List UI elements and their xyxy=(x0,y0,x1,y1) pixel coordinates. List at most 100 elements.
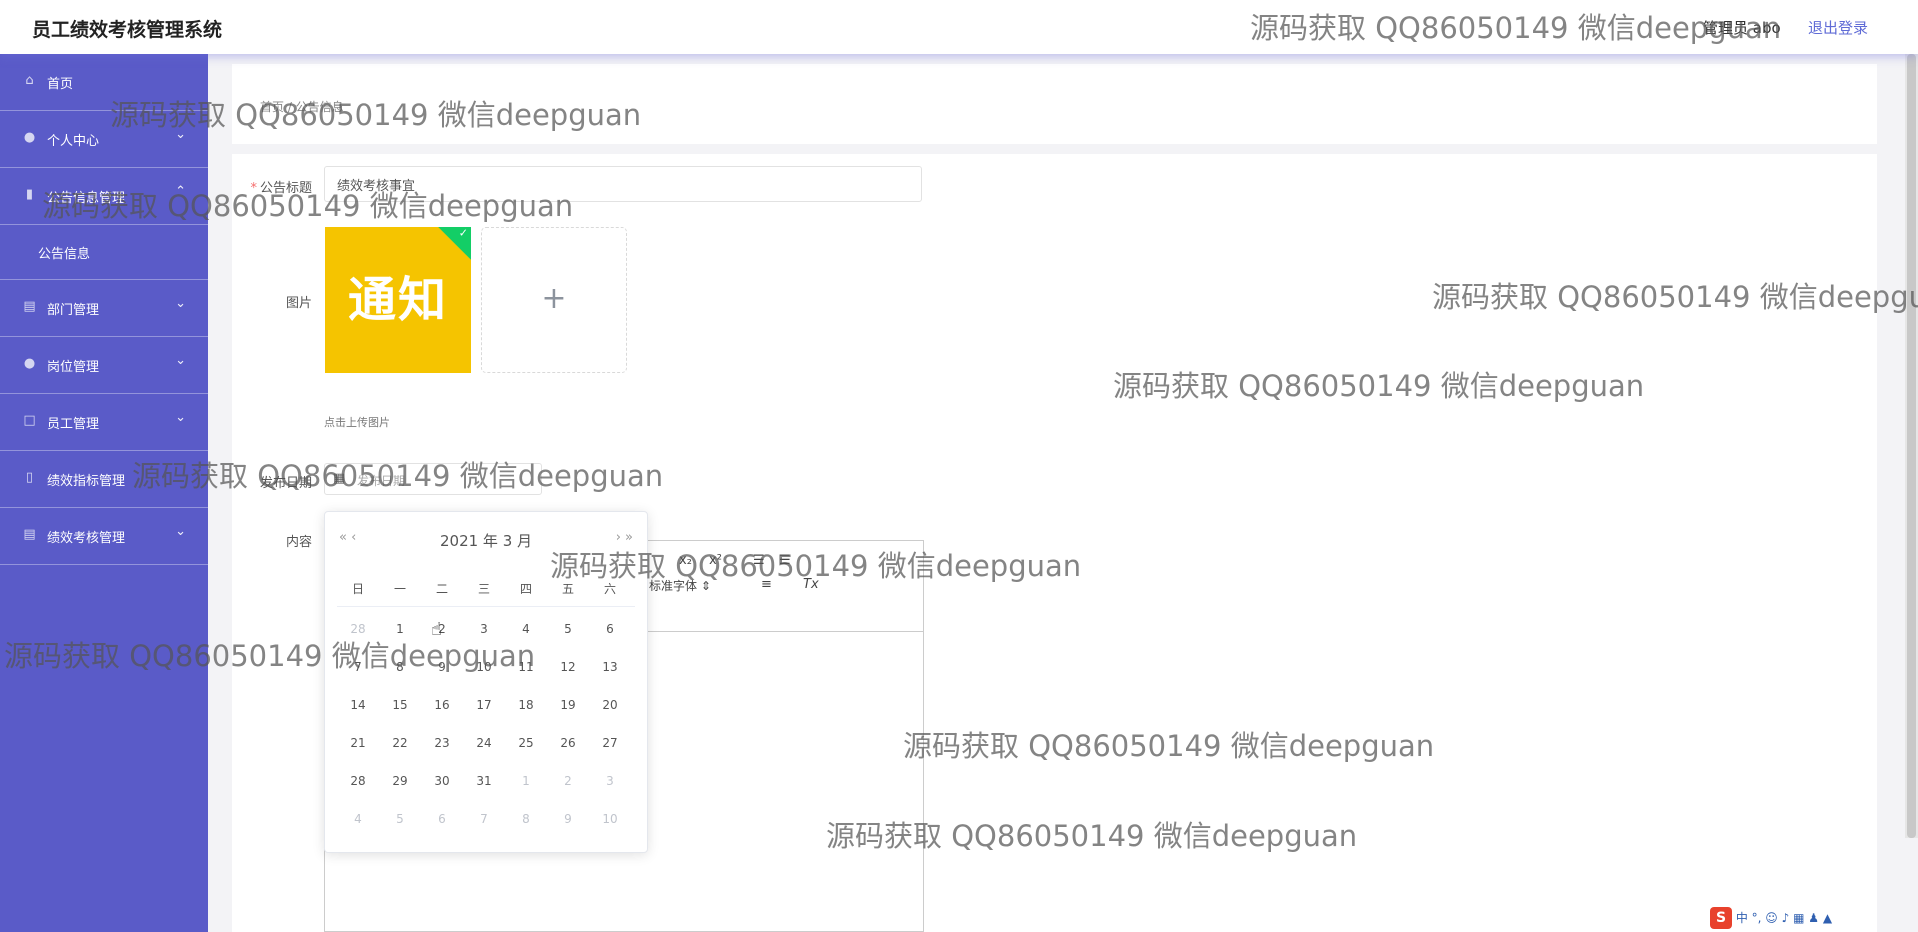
date-cell[interactable]: 28 xyxy=(337,762,379,800)
date-cell[interactable]: 23 xyxy=(421,724,463,762)
date-cell[interactable]: 28 xyxy=(337,610,379,648)
user-icon: ● xyxy=(23,356,36,371)
date-cell[interactable]: 7 xyxy=(463,800,505,838)
sidebar: ⌂ 首页 ● 个人中心 ⌄ ▮ 公告信息管理 ⌃ 公告信息 ▤ 部门管理 ⌄ ●… xyxy=(0,54,208,932)
sidebar-item-notice[interactable]: ▮ 公告信息管理 ⌃ xyxy=(0,168,208,225)
scrollbar-thumb[interactable] xyxy=(1907,54,1916,838)
font-select[interactable]: 标准字体 ⇕ xyxy=(649,577,711,594)
date-cell[interactable]: 19 xyxy=(547,686,589,724)
align-icon[interactable]: ≡ xyxy=(761,577,772,592)
title-label: * 公告标题 xyxy=(222,177,312,196)
date-cell[interactable]: 6 xyxy=(421,800,463,838)
date-cell[interactable]: 16 xyxy=(421,686,463,724)
sidebar-item-label: 公告信息管理 xyxy=(47,191,126,206)
breadcrumb: 首页 / 公告信息 xyxy=(260,100,344,114)
date-picker-popup: « ‹ 2021 年 3 月 › » 日 一 二 三 四 五 六 28 1 2 … xyxy=(324,511,648,853)
title-input[interactable] xyxy=(324,166,922,202)
weekday-row: 日 一 二 三 四 五 六 xyxy=(337,580,635,607)
date-cell[interactable]: 21 xyxy=(337,724,379,762)
date-cell[interactable]: 4 xyxy=(505,610,547,648)
weekday-label: 六 xyxy=(603,582,616,596)
sidebar-subitem-notice-info[interactable]: 公告信息 xyxy=(0,225,208,280)
date-cell[interactable]: 18 xyxy=(505,686,547,724)
date-row: 28 29 30 31 1 2 3 xyxy=(337,762,635,800)
date-cell[interactable]: 1 xyxy=(379,610,421,648)
weekday-label: 四 xyxy=(519,582,532,596)
plus-icon: + xyxy=(541,281,567,316)
mic-icon: ▯ xyxy=(25,470,34,485)
sidebar-item-employee[interactable]: □ 员工管理 ⌄ xyxy=(0,394,208,451)
date-cell[interactable]: 5 xyxy=(547,610,589,648)
logout-link[interactable]: 退出登录 xyxy=(1808,17,1868,38)
date-cell[interactable]: 8 xyxy=(505,800,547,838)
date-cell[interactable]: 31 xyxy=(463,762,505,800)
date-cell[interactable]: 27 xyxy=(589,724,631,762)
weekday-label: 五 xyxy=(561,582,574,596)
date-cell[interactable]: 2 xyxy=(421,610,463,648)
square-icon: □ xyxy=(23,413,36,428)
sidebar-item-appraisal[interactable]: ▤ 绩效考核管理 ⌄ xyxy=(0,508,208,565)
date-input[interactable]: ▦ 发布日期 xyxy=(324,463,542,495)
weekday-label: 三 xyxy=(477,582,490,596)
sidebar-item-label: 个人中心 xyxy=(47,134,100,149)
date-cell[interactable]: 17 xyxy=(463,686,505,724)
date-cell[interactable]: 13 xyxy=(589,648,631,686)
title-label-text: 公告标题 xyxy=(259,181,312,196)
sidebar-item-profile[interactable]: ● 个人中心 ⌄ xyxy=(0,111,208,168)
date-cell[interactable]: 2 xyxy=(547,762,589,800)
sidebar-item-department[interactable]: ▤ 部门管理 ⌄ xyxy=(0,280,208,337)
date-cell[interactable]: 3 xyxy=(589,762,631,800)
sidebar-item-label: 绩效指标管理 xyxy=(47,474,126,489)
date-cell[interactable]: 8 xyxy=(379,648,421,686)
date-cell[interactable]: 1 xyxy=(505,762,547,800)
ime-status: 中 °, xyxy=(1735,911,1762,925)
date-cell[interactable]: 12 xyxy=(547,648,589,686)
notice-icon: ▮ xyxy=(25,187,34,202)
date-cell[interactable]: 25 xyxy=(505,724,547,762)
required-mark: * xyxy=(250,181,257,196)
date-cell[interactable]: 30 xyxy=(421,762,463,800)
image-notice-text: 通知 xyxy=(347,272,448,328)
sidebar-item-position[interactable]: ● 岗位管理 ⌄ xyxy=(0,337,208,394)
date-cell[interactable]: 10 xyxy=(463,648,505,686)
date-cell[interactable]: 10 xyxy=(589,800,631,838)
sidebar-subitem-label: 公告信息 xyxy=(38,247,91,262)
top-header: 员工绩效考核管理系统 管理员 abo 退出登录 xyxy=(0,0,1918,54)
uploaded-image[interactable]: 通知 ✓ xyxy=(325,227,471,373)
date-cell[interactable]: 14 xyxy=(337,686,379,724)
date-cell[interactable]: 29 xyxy=(379,762,421,800)
date-cell[interactable]: 7 xyxy=(337,648,379,686)
clipboard-icon: ▤ xyxy=(23,299,36,314)
date-label: 发布日期 xyxy=(259,476,312,491)
sidebar-item-label: 部门管理 xyxy=(47,303,100,318)
content-label: 内容 xyxy=(285,535,312,550)
date-cell[interactable]: 4 xyxy=(337,800,379,838)
clear-format-button[interactable]: Tx xyxy=(803,577,819,592)
date-cell[interactable]: 6 xyxy=(589,610,631,648)
date-picker-header[interactable]: 2021 年 3 月 xyxy=(325,530,647,552)
date-cell[interactable]: 11 xyxy=(505,648,547,686)
subscript-button[interactable]: x₂ xyxy=(679,553,692,568)
date-cell[interactable]: 3 xyxy=(463,610,505,648)
page-scrollbar[interactable] xyxy=(1905,54,1918,838)
date-cell[interactable]: 24 xyxy=(463,724,505,762)
next-month-year-button[interactable]: › » xyxy=(616,530,633,545)
date-cell[interactable]: 20 xyxy=(589,686,631,724)
weekday-label: 日 xyxy=(351,582,364,596)
sidebar-item-kpi[interactable]: ▯ 绩效指标管理 xyxy=(0,451,208,508)
indent-decrease-icon[interactable]: ☰ xyxy=(753,553,765,568)
upload-add-button[interactable]: + xyxy=(481,227,627,373)
indent-increase-icon[interactable]: ☰ xyxy=(779,553,791,568)
sogou-ime-icon: S xyxy=(1710,907,1732,929)
date-cell[interactable]: 5 xyxy=(379,800,421,838)
sidebar-item-home[interactable]: ⌂ 首页 xyxy=(0,54,208,111)
chevron-down-icon: ⌄ xyxy=(175,296,186,311)
date-cell[interactable]: 9 xyxy=(421,648,463,686)
date-cell[interactable]: 22 xyxy=(379,724,421,762)
date-cell[interactable]: 9 xyxy=(547,800,589,838)
date-cell[interactable]: 26 xyxy=(547,724,589,762)
superscript-button[interactable]: x² xyxy=(709,553,722,568)
current-user: 管理员 abo xyxy=(1703,19,1781,37)
date-cell[interactable]: 15 xyxy=(379,686,421,724)
chevron-down-icon: ⌄ xyxy=(175,410,186,425)
